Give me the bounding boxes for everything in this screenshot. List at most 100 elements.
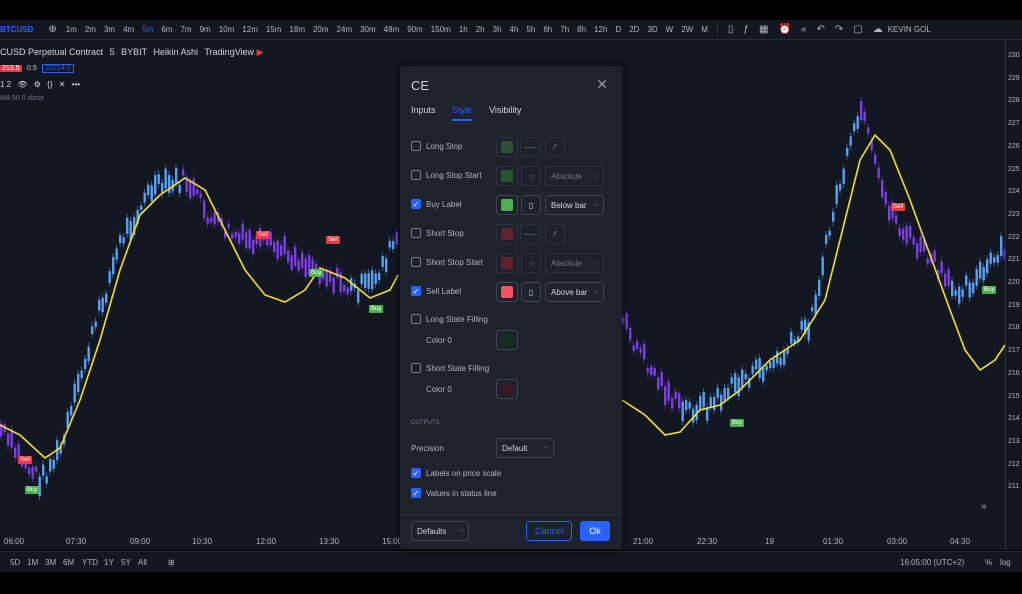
style-row[interactable]: Short Stop Start	[411, 257, 483, 267]
ok-button[interactable]: Ok	[580, 521, 610, 541]
short-fill-row[interactable]: Short State Filling	[411, 363, 489, 373]
long-fill-color-swatch[interactable]	[496, 330, 518, 350]
checkbox[interactable]: ✓	[411, 468, 421, 478]
range-3M[interactable]: 3M	[45, 558, 56, 567]
checkbox[interactable]: ✓	[411, 286, 421, 296]
more-icon[interactable]: •••	[72, 80, 80, 89]
tab-style[interactable]: Style	[452, 105, 473, 121]
range-1M[interactable]: 1M	[27, 558, 38, 567]
settings-icon[interactable]: ⚙	[34, 80, 41, 89]
location-select[interactable]: Absolute ⌵	[545, 253, 604, 273]
label-shape-icon[interactable]: ▯	[521, 282, 541, 302]
checkbox[interactable]	[411, 363, 421, 373]
timeframe-7h[interactable]: 7h	[560, 25, 569, 34]
fullscreen-icon[interactable]: ▢	[853, 24, 862, 35]
timeframe-20m[interactable]: 20m	[313, 25, 329, 34]
style-row[interactable]: ✓ Sell Label	[411, 286, 461, 296]
tab-inputs[interactable]: Inputs	[411, 105, 436, 115]
timeframe-48m[interactable]: 48m	[384, 25, 400, 34]
values-in-status-line[interactable]: ✓ Values in status line	[411, 488, 497, 498]
checkbox[interactable]: ✓	[411, 488, 421, 498]
cloud-icon[interactable]: ☁	[873, 24, 883, 35]
checkbox[interactable]	[411, 141, 421, 151]
range-5D[interactable]: 5D	[10, 558, 20, 567]
timeframe-5m[interactable]: 5m	[142, 25, 153, 34]
scroll-right-icon[interactable]: »	[981, 501, 987, 512]
clock-time[interactable]: 16:05:00 (UTC+2)	[900, 558, 964, 567]
style-row[interactable]: ✓ Buy Label	[411, 199, 462, 209]
timeframe-5h[interactable]: 5h	[526, 25, 535, 34]
timeframe-W[interactable]: W	[666, 25, 674, 34]
color-swatch[interactable]	[496, 166, 518, 186]
range-YTD[interactable]: YTD	[82, 558, 98, 567]
price-scale[interactable]: 230 229 228 227 226 225 224 223 222 221 220 219 218 2…	[1005, 40, 1022, 550]
timeframe-3h[interactable]: 3h	[493, 25, 502, 34]
percent-toggle[interactable]: %	[985, 558, 992, 567]
location-select[interactable]: Above bar ⌵	[545, 282, 604, 302]
indicators-icon[interactable]: ƒ	[743, 24, 749, 35]
location-select[interactable]: Below bar ⌵	[545, 195, 604, 215]
cancel-button[interactable]: Cancel	[526, 521, 572, 541]
checkbox[interactable]	[411, 170, 421, 180]
bid-badge[interactable]: 213.5	[0, 65, 22, 72]
remove-icon[interactable]: ✕	[59, 80, 66, 89]
range-All[interactable]: All	[138, 558, 147, 567]
timeframe-8h[interactable]: 8h	[577, 25, 586, 34]
timeframe-D[interactable]: D	[615, 25, 621, 34]
defaults-button[interactable]: Defaults ⌵	[411, 521, 469, 541]
layout-icon[interactable]: ▦	[759, 24, 768, 35]
line-type-icon[interactable]: ⁄⁄	[545, 137, 565, 157]
timeframe-6h[interactable]: 6h	[543, 25, 552, 34]
add-symbol-icon[interactable]: ⊕	[48, 24, 56, 35]
color-swatch[interactable]	[496, 282, 518, 302]
timeframe-2D[interactable]: 2D	[629, 25, 639, 34]
timeframe-15m[interactable]: 15m	[266, 25, 282, 34]
tab-visibility[interactable]: Visibility	[489, 105, 521, 115]
range-5Y[interactable]: 5Y	[121, 558, 131, 567]
alert-icon[interactable]: ⏰	[778, 24, 790, 35]
precision-select[interactable]: Default ⌵	[496, 438, 554, 458]
log-toggle[interactable]: log	[1000, 558, 1011, 567]
line-style-picker[interactable]	[520, 224, 540, 244]
candle-type-icon[interactable]: ▯	[728, 24, 734, 35]
label-shape-icon[interactable]: ▯	[521, 195, 541, 215]
shape-icon[interactable]: ○	[521, 166, 541, 186]
range-6M[interactable]: 6M	[63, 558, 74, 567]
timeframe-7m[interactable]: 7m	[180, 25, 191, 34]
checkbox[interactable]	[411, 228, 421, 238]
ask-badge[interactable]: 22214.0	[42, 64, 74, 73]
source-code-icon[interactable]: {}	[47, 80, 52, 89]
style-row[interactable]: Long Stop Start	[411, 170, 482, 180]
eye-icon[interactable]: 👁	[17, 80, 27, 89]
short-fill-color-swatch[interactable]	[496, 379, 518, 399]
timeframe-2m[interactable]: 2m	[85, 25, 96, 34]
timeframe-90m[interactable]: 90m	[407, 25, 423, 34]
timeframe-2h[interactable]: 2h	[476, 25, 485, 34]
timeframe-M[interactable]: M	[701, 25, 708, 34]
long-fill-row[interactable]: Long State Filling	[411, 314, 488, 324]
timeframe-150m[interactable]: 150m	[431, 25, 451, 34]
timeframe-1h[interactable]: 1h	[459, 25, 468, 34]
style-row[interactable]: Short Stop	[411, 228, 464, 238]
undo-icon[interactable]: ↶	[816, 24, 824, 35]
timeframe-24m[interactable]: 24m	[337, 25, 353, 34]
timeframe-10m[interactable]: 10m	[219, 25, 235, 34]
timeframe-12h[interactable]: 12h	[594, 25, 607, 34]
range-1Y[interactable]: 1Y	[104, 558, 114, 567]
close-icon[interactable]: ✕	[596, 76, 608, 93]
shape-icon[interactable]: ○	[521, 253, 541, 273]
timeframe-30m[interactable]: 30m	[360, 25, 376, 34]
checkbox[interactable]	[411, 314, 421, 324]
symbol-search[interactable]: BTCUSD	[0, 25, 33, 34]
timeframe-12m[interactable]: 12m	[242, 25, 258, 34]
color-swatch[interactable]	[496, 195, 518, 215]
timeframe-2W[interactable]: 2W	[681, 25, 693, 34]
color-swatch[interactable]	[496, 253, 518, 273]
timeframe-3D[interactable]: 3D	[647, 25, 657, 34]
checkbox[interactable]	[411, 257, 421, 267]
user-name[interactable]: KEVIN GOL	[888, 25, 931, 34]
timeframe-1m[interactable]: 1m	[66, 25, 77, 34]
timeframe-18m[interactable]: 18m	[289, 25, 305, 34]
timeframe-4h[interactable]: 4h	[510, 25, 519, 34]
style-row[interactable]: Long Stop	[411, 141, 462, 151]
